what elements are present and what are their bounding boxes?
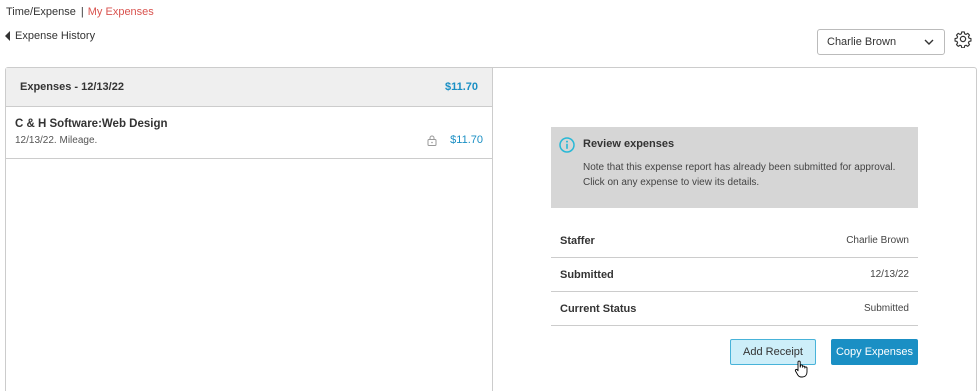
lock-icon bbox=[427, 135, 437, 146]
expense-history-link[interactable]: Expense History bbox=[5, 30, 95, 42]
expense-list: Expenses - 12/13/22 $11.70 C & H Softwar… bbox=[6, 68, 493, 391]
report-details: Staffer Charlie Brown Submitted 12/13/22… bbox=[551, 224, 918, 326]
review-heading: Review expenses bbox=[583, 138, 675, 150]
expense-list-total: $11.70 bbox=[444, 81, 478, 93]
expense-item-amount: $11.70 bbox=[450, 134, 483, 146]
detail-label: Staffer bbox=[560, 234, 595, 247]
expense-item-description: 12/13/22. Mileage. bbox=[15, 135, 98, 146]
detail-value: Submitted bbox=[863, 303, 909, 314]
expense-list-header: Expenses - 12/13/22 $11.70 bbox=[6, 68, 492, 107]
detail-row-staffer: Staffer Charlie Brown bbox=[551, 224, 918, 258]
expense-history-label: Expense History bbox=[15, 30, 96, 42]
review-text: Note that this expense report has alread… bbox=[583, 162, 896, 188]
expense-report-panel: Expenses - 12/13/22 $11.70 C & H Softwar… bbox=[5, 67, 977, 391]
detail-value: Charlie Brown bbox=[846, 235, 909, 246]
copy-expenses-button[interactable]: Copy Expenses bbox=[831, 339, 918, 365]
expense-list-title: Expenses - 12/13/22 bbox=[20, 81, 124, 93]
breadcrumb-current[interactable]: My Expenses bbox=[88, 6, 154, 18]
hand-cursor-icon bbox=[794, 360, 808, 378]
gear-icon[interactable] bbox=[954, 30, 972, 48]
breadcrumb-root[interactable]: Time/Expense bbox=[6, 6, 76, 18]
info-icon bbox=[559, 137, 575, 153]
staffer-select[interactable]: Charlie Brown bbox=[817, 29, 945, 55]
detail-row-status: Current Status Submitted bbox=[551, 292, 918, 326]
detail-label: Current Status bbox=[560, 302, 637, 315]
expense-item-name: C & H Software:Web Design bbox=[15, 118, 168, 130]
chevron-down-icon bbox=[924, 39, 934, 45]
detail-value: 12/13/22 bbox=[870, 269, 909, 280]
list-item[interactable]: C & H Software:Web Design 12/13/22. Mile… bbox=[6, 107, 492, 159]
detail-row-submitted: Submitted 12/13/22 bbox=[551, 258, 918, 292]
staffer-select-value: Charlie Brown bbox=[827, 36, 897, 48]
breadcrumb-separator: | bbox=[80, 6, 84, 18]
review-expenses-notice: Review expenses Note that this expense r… bbox=[551, 127, 918, 208]
caret-left-icon bbox=[5, 31, 10, 41]
breadcrumb: Time/Expense | My Expenses bbox=[6, 6, 154, 18]
detail-label: Submitted bbox=[560, 268, 614, 281]
